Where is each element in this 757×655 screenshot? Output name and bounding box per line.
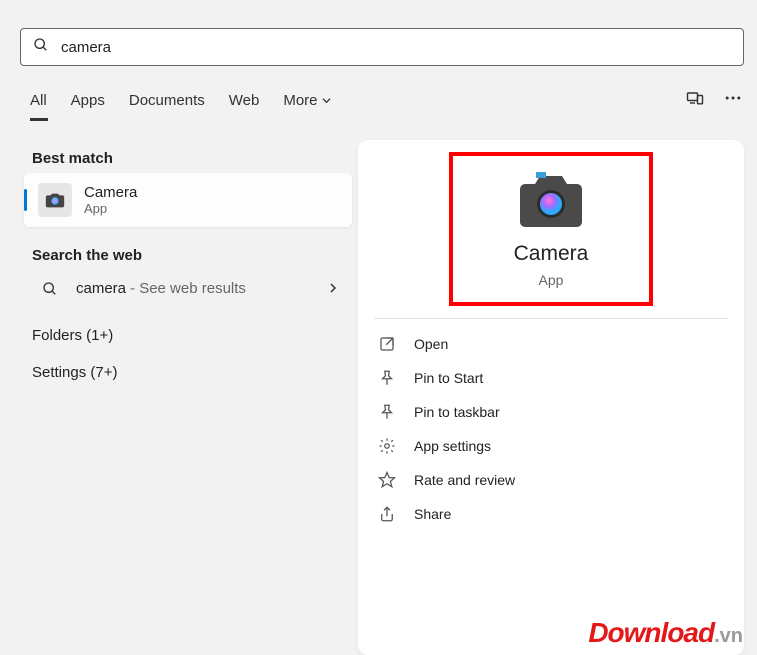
detail-app-name: Camera: [514, 242, 589, 266]
camera-icon: [38, 183, 72, 217]
detail-app-sub: App: [539, 272, 564, 288]
result-camera-app[interactable]: Camera App: [24, 173, 352, 227]
camera-icon-large: [519, 172, 583, 228]
search-tabs: All Apps Documents Web More: [30, 86, 331, 115]
tab-more[interactable]: More: [283, 86, 330, 115]
watermark-main: Download: [588, 617, 714, 648]
open-icon: [378, 335, 396, 353]
action-pin-taskbar[interactable]: Pin to taskbar: [374, 395, 728, 429]
result-sub: App: [84, 201, 137, 216]
action-share-label: Share: [414, 506, 451, 522]
watermark: Download.vn: [588, 617, 743, 649]
tab-apps[interactable]: Apps: [71, 86, 105, 115]
chevron-down-icon: [322, 92, 331, 109]
chevron-right-icon: [328, 280, 338, 297]
result-text: Camera App: [84, 184, 137, 216]
web-query-text: camera: [76, 280, 126, 297]
action-rate-review[interactable]: Rate and review: [374, 463, 728, 497]
share-icon: [378, 505, 396, 523]
section-best-match: Best match: [24, 150, 352, 167]
action-app-settings-label: App settings: [414, 438, 491, 454]
section-search-web: Search the web: [24, 247, 352, 264]
category-folders[interactable]: Folders (1+): [24, 317, 352, 354]
pin-icon: [378, 369, 396, 387]
gear-icon: [378, 437, 396, 455]
details-panel: Camera App Open Pin to Start Pin to task…: [358, 140, 744, 655]
action-open-label: Open: [414, 336, 448, 352]
action-pin-start-label: Pin to Start: [414, 370, 483, 386]
tab-more-label: More: [283, 92, 317, 109]
search-input[interactable]: [61, 39, 731, 56]
action-open[interactable]: Open: [374, 327, 728, 361]
watermark-suffix: .vn: [714, 625, 743, 647]
star-icon: [378, 471, 396, 489]
results-panel: Best match Camera App Search the web cam…: [24, 140, 352, 391]
search-icon: [33, 37, 49, 58]
web-result-camera[interactable]: camera - See web results: [24, 270, 352, 307]
pin-icon: [378, 403, 396, 421]
search-bar[interactable]: [20, 28, 744, 66]
divider: [374, 318, 728, 319]
action-app-settings[interactable]: App settings: [374, 429, 728, 463]
header-actions: [685, 88, 743, 113]
category-settings[interactable]: Settings (7+): [24, 354, 352, 391]
more-icon[interactable]: [723, 88, 743, 113]
action-pin-start[interactable]: Pin to Start: [374, 361, 728, 395]
tab-web[interactable]: Web: [229, 86, 260, 115]
action-pin-taskbar-label: Pin to taskbar: [414, 404, 500, 420]
action-share[interactable]: Share: [374, 497, 728, 531]
action-rate-review-label: Rate and review: [414, 472, 515, 488]
tab-all[interactable]: All: [30, 86, 47, 115]
highlight-box: Camera App: [449, 152, 653, 306]
web-hint-text: - See web results: [130, 280, 246, 297]
tab-documents[interactable]: Documents: [129, 86, 205, 115]
search-icon: [38, 281, 62, 297]
result-name: Camera: [84, 184, 137, 201]
devices-icon[interactable]: [685, 88, 705, 113]
